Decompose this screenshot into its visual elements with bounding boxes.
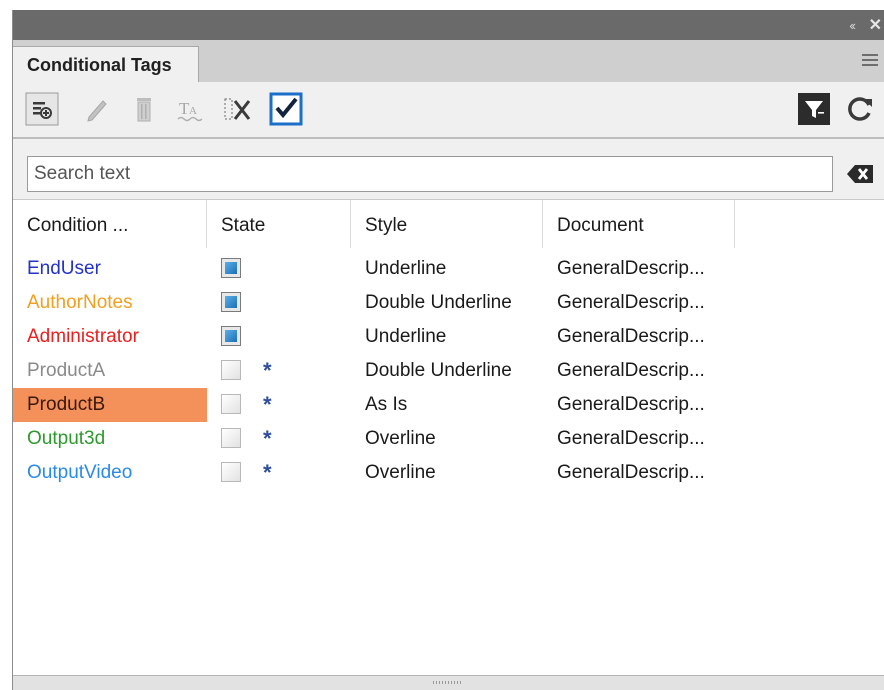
table-header: Condition ... State Style Document [13, 200, 884, 248]
new-condition-icon [25, 92, 59, 126]
panel-titlebar: ‹‹ ✕ [13, 10, 884, 41]
condition-name: Output3d [27, 428, 106, 449]
column-header-document[interactable]: Document [543, 200, 735, 248]
style-cell: Double Underline [365, 292, 512, 313]
document-cell: GeneralDescrip... [557, 394, 705, 415]
resize-grip-icon[interactable] [433, 681, 463, 684]
state-cell: * [217, 354, 357, 388]
state-cell: * [217, 456, 357, 490]
column-header-state[interactable]: State [207, 200, 351, 248]
show-hide-toggle-icon [269, 92, 303, 126]
resize-bar[interactable] [13, 675, 884, 690]
state-checkbox[interactable] [221, 326, 241, 346]
modified-indicator: * [263, 460, 272, 485]
state-cell [217, 320, 357, 354]
condition-name: Administrator [27, 326, 139, 347]
refresh-icon [848, 97, 872, 121]
table-row[interactable]: ProductB * As Is GeneralDescrip... [13, 388, 884, 422]
svg-text:A: A [189, 105, 197, 117]
state-checkbox[interactable] [221, 360, 241, 380]
search-bar [13, 139, 884, 200]
document-cell: GeneralDescrip... [557, 292, 705, 313]
document-cell: GeneralDescrip... [557, 326, 705, 347]
style-cell: Underline [365, 326, 447, 347]
state-cell [217, 286, 357, 320]
document-cell: GeneralDescrip... [557, 258, 705, 279]
clear-search-icon [847, 165, 873, 183]
condition-name: EndUser [27, 258, 101, 279]
tab-conditional-tags[interactable]: Conditional Tags [13, 46, 199, 82]
remove-tag-icon [224, 98, 251, 120]
state-cell [217, 252, 357, 286]
close-panel-icon[interactable]: ✕ [869, 15, 882, 35]
state-checkbox[interactable] [221, 462, 241, 482]
state-cell: * [217, 422, 357, 456]
delete-condition-button[interactable] [127, 92, 161, 126]
table-row[interactable]: AuthorNotes Double Underline GeneralDesc… [13, 286, 884, 320]
style-cell: Overline [365, 428, 436, 449]
state-checkbox[interactable] [221, 258, 241, 278]
conditions-table: Condition ... State Style Document EndUs… [13, 200, 884, 676]
refresh-button[interactable] [843, 92, 877, 126]
state-checkbox[interactable] [221, 394, 241, 414]
modified-indicator: * [263, 426, 272, 451]
panel-menu-icon[interactable] [862, 54, 878, 69]
style-cell: Underline [365, 258, 447, 279]
tab-strip: Conditional Tags [13, 40, 884, 83]
filter-icon [798, 93, 830, 125]
table-row[interactable]: EndUser Underline GeneralDescrip... [13, 252, 884, 286]
document-cell: GeneralDescrip... [557, 462, 705, 483]
apply-tag-icon: T A [177, 99, 203, 122]
search-input[interactable] [27, 156, 833, 192]
style-cell: Overline [365, 462, 436, 483]
apply-tag-button[interactable]: T A [173, 92, 207, 126]
collapse-panel-icon[interactable]: ‹‹ [849, 18, 856, 33]
delete-icon [137, 98, 151, 122]
condition-name: ProductA [27, 360, 106, 381]
condition-name: ProductB [13, 388, 207, 422]
condition-name: AuthorNotes [27, 292, 133, 313]
modified-indicator: * [263, 358, 272, 383]
modified-indicator: * [263, 392, 272, 417]
clear-search-button[interactable] [845, 159, 875, 189]
show-hide-toggle[interactable] [269, 92, 303, 126]
column-header-style[interactable]: Style [351, 200, 543, 248]
style-cell: Double Underline [365, 360, 512, 381]
state-checkbox[interactable] [221, 428, 241, 448]
filter-button[interactable] [797, 92, 831, 126]
edit-icon [87, 100, 107, 122]
state-cell: * [217, 388, 357, 422]
table-row[interactable]: OutputVideo * Overline GeneralDescrip... [13, 456, 884, 490]
table-row[interactable]: Output3d * Overline GeneralDescrip... [13, 422, 884, 456]
toolbar: T A [13, 82, 884, 138]
remove-tag-button[interactable] [221, 92, 255, 126]
document-cell: GeneralDescrip... [557, 360, 705, 381]
state-checkbox[interactable] [221, 292, 241, 312]
table-row[interactable]: ProductA * Double Underline GeneralDescr… [13, 354, 884, 388]
column-header-condition[interactable]: Condition ... [13, 200, 207, 248]
document-cell: GeneralDescrip... [557, 428, 705, 449]
style-cell: As Is [365, 394, 408, 415]
edit-condition-button[interactable] [79, 92, 113, 126]
table-row[interactable]: Administrator Underline GeneralDescrip..… [13, 320, 884, 354]
conditional-tags-panel: ‹‹ ✕ Conditional Tags T A Search text Co… [12, 10, 884, 690]
new-condition-button[interactable] [25, 92, 59, 126]
condition-name: OutputVideo [27, 462, 133, 483]
